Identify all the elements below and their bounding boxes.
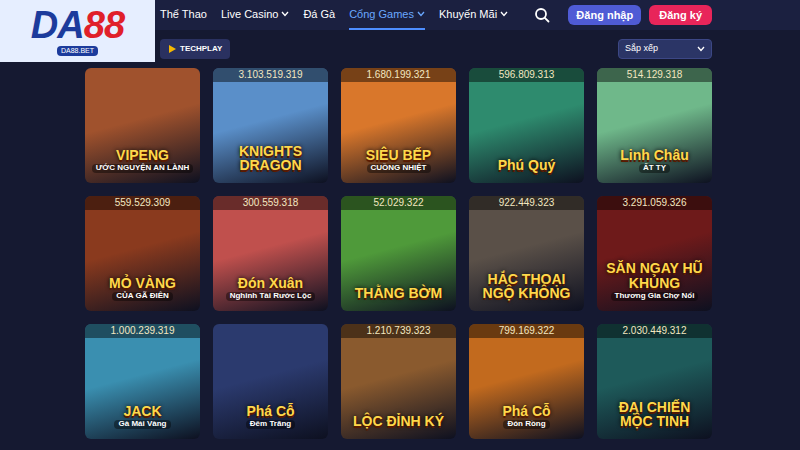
game-title: HẮC THOẠI NGỘ KHÔNG [473, 272, 580, 301]
game-subtitle: ẤT TỴ [639, 164, 670, 173]
game-title: JACK [123, 404, 161, 419]
jackpot-amount: 1.210.739.323 [341, 324, 456, 338]
game-title: LỘC ĐỈNH KÝ [353, 414, 444, 429]
jackpot-amount: 3.103.519.319 [213, 68, 328, 82]
game-title: Phú Quý [498, 158, 556, 173]
search-icon[interactable] [534, 7, 550, 23]
game-card[interactable]: 922.449.323 HẮC THOẠI NGỘ KHÔNG [469, 196, 584, 311]
logo-subtitle: DA88.BET [57, 46, 98, 57]
game-title: THẰNG BỜM [355, 286, 442, 301]
jackpot-amount: 1.680.199.321 [341, 68, 456, 82]
game-grid: VIPENGƯỚC NGUYỆN AN LÀNH 3.103.519.319 KNI… [0, 68, 800, 439]
game-card[interactable]: 559.529.309 MỎ VÀNGCỦA GÃ ĐIÊN [85, 196, 200, 311]
sort-label: Sắp xếp [625, 42, 658, 56]
game-card[interactable]: 3.103.519.319 KNIGHTS DRAGON [213, 68, 328, 183]
game-card[interactable]: 300.559.318 Đón XuânNghinh Tài Rước Lộc [213, 196, 328, 311]
game-subtitle: Nghinh Tài Rước Lộc [226, 292, 316, 301]
jackpot-amount: 1.000.239.319 [85, 324, 200, 338]
register-button[interactable]: Đăng ký [649, 5, 712, 25]
game-subtitle: Gà Mái Vàng [114, 420, 170, 429]
game-title: VIPENG [116, 148, 169, 163]
game-subtitle: ƯỚC NGUYỆN AN LÀNH [92, 164, 194, 173]
game-title: KNIGHTS DRAGON [217, 144, 324, 173]
game-card[interactable]: 514.129.318 Linh ChâuẤT TỴ [597, 68, 712, 183]
jackpot-amount: 514.129.318 [597, 68, 712, 82]
game-card[interactable]: 799.169.322 Phá CỗĐón Rồng [469, 324, 584, 439]
account-actions: Đăng nhập Đăng ký [534, 5, 712, 25]
logo-text: 88 [84, 4, 124, 46]
game-title: Linh Châu [620, 148, 688, 163]
main-menu: Thể Thao Live Casino Đá Gà Cổng Games Khuyến… [160, 0, 508, 30]
login-button[interactable]: Đăng nhập [568, 5, 641, 25]
nav-label: Đá Gà [303, 6, 335, 23]
game-title: ĐẠI CHIẾN MỘC TINH [601, 400, 708, 429]
game-subtitle: Đón Rồng [503, 420, 549, 429]
provider-filter[interactable]: TECHPLAY [160, 39, 230, 59]
game-title: Phá Cỗ [502, 404, 550, 419]
nav-item[interactable]: Thể Thao [160, 0, 207, 30]
game-card[interactable]: 3.291.059.326 SĂN NGAY HŨ KHỦNG Thương Gia… [597, 196, 712, 311]
nav-label: Khuyến Mãi [439, 6, 497, 23]
game-subtitle: Thương Gia Chợ Nổi [611, 292, 699, 301]
chevron-down-icon [281, 11, 289, 17]
nav-label: Cổng Games [349, 6, 414, 23]
game-subtitle: CỦA GÃ ĐIÊN [112, 292, 173, 301]
game-card[interactable]: 1.680.199.321 SIÊU BẾPCUỒNG NHIỆT [341, 68, 456, 183]
provider-label: TECHPLAY [180, 43, 222, 55]
jackpot-amount: 922.449.323 [469, 196, 584, 210]
game-subtitle: CUỒNG NHIỆT [367, 164, 431, 173]
jackpot-amount: 2.030.449.312 [597, 324, 712, 338]
jackpot-amount: 799.169.322 [469, 324, 584, 338]
nav-item[interactable]: Live Casino [221, 0, 289, 30]
nav-item[interactable]: Cổng Games [349, 0, 425, 30]
jackpot-amount: 300.559.318 [213, 196, 328, 210]
jackpot-amount: 3.291.059.326 [597, 196, 712, 210]
jackpot-amount: 52.029.322 [341, 196, 456, 210]
jackpot-amount: 596.809.313 [469, 68, 584, 82]
chevron-down-icon [697, 46, 705, 52]
game-card[interactable]: 52.029.322 THẰNG BỜM [341, 196, 456, 311]
chevron-down-icon [417, 11, 425, 17]
game-title: MỎ VÀNG [109, 276, 176, 291]
logo-text: DA [31, 4, 84, 46]
game-title: SIÊU BẾP [366, 148, 431, 163]
game-title: Phá Cỗ [246, 404, 294, 419]
logo[interactable]: DA88 DA88.BET [0, 0, 155, 62]
game-card[interactable]: 2.030.449.312 ĐẠI CHIẾN MỘC TINH [597, 324, 712, 439]
nav-item[interactable]: Đá Gà [303, 0, 335, 30]
game-title: Đón Xuân [238, 276, 303, 291]
nav-label: Live Casino [221, 6, 278, 23]
game-card[interactable]: 1.210.739.323 LỘC ĐỈNH KÝ [341, 324, 456, 439]
chevron-down-icon [500, 11, 508, 17]
game-card[interactable]: VIPENGƯỚC NGUYỆN AN LÀNH [85, 68, 200, 183]
game-card[interactable]: 1.000.239.319 JACKGà Mái Vàng [85, 324, 200, 439]
nav-label: Thể Thao [160, 6, 207, 23]
nav-item[interactable]: Khuyến Mãi [439, 0, 508, 30]
play-icon [168, 45, 176, 53]
game-subtitle: Đêm Trăng [246, 420, 295, 429]
jackpot-amount: 559.529.309 [85, 196, 200, 210]
game-title: SĂN NGAY HŨ KHỦNG [601, 261, 708, 290]
sort-dropdown[interactable]: Sắp xếp [618, 39, 712, 59]
game-card[interactable]: 596.809.313 Phú Quý [469, 68, 584, 183]
game-card[interactable]: Phá CỗĐêm Trăng [213, 324, 328, 439]
